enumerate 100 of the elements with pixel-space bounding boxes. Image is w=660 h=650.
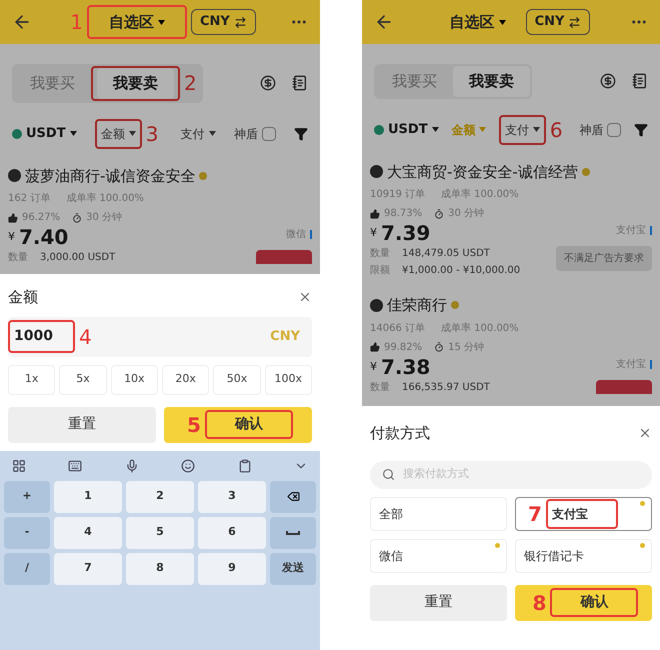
multiplier-button[interactable]: 100x (264, 364, 312, 394)
multiplier-button[interactable]: 20x (162, 364, 210, 394)
smiley-icon[interactable] (181, 458, 196, 472)
thumbs-up-icon (370, 342, 380, 352)
currency-sign: ¥ (370, 358, 377, 374)
filter-dropdown[interactable]: 支付 (180, 120, 216, 146)
caret-icon (479, 127, 486, 132)
keyboard-key[interactable]: / (4, 552, 50, 584)
payment-option[interactable]: 银行借记卡 (515, 538, 652, 572)
payment-option[interactable]: 微信 (370, 538, 507, 572)
merchant-name[interactable]: 大宝商贸-资金安全-诚信经营 (387, 160, 578, 183)
multiplier-button[interactable]: 50x (213, 364, 261, 394)
payment-option[interactable]: 7 支付宝 (515, 496, 652, 530)
completion-rate: 成单率 100.00% (441, 322, 519, 336)
space-key[interactable] (270, 516, 316, 548)
annotation-number: 8 (532, 592, 548, 612)
price: 7.38 (381, 354, 430, 380)
filter-icon[interactable] (634, 122, 648, 136)
multiplier-button[interactable]: 5x (59, 364, 107, 394)
search-input[interactable]: 搜索付款方式 (403, 466, 553, 483)
keyboard-key[interactable]: 3 (198, 480, 266, 512)
annotation-number: 5 (186, 414, 202, 434)
header-title[interactable]: 自选区 (108, 10, 154, 34)
keyboard-key[interactable]: 发送 (270, 552, 316, 584)
reset-button[interactable]: 重置 (8, 406, 156, 442)
rating: 98.73% (384, 207, 422, 221)
pay-time: 30 分钟 (86, 210, 122, 225)
coin-icon[interactable] (600, 73, 616, 90)
keyboard-key[interactable]: 2 (126, 480, 194, 512)
shield-checkbox[interactable] (607, 122, 622, 136)
search-field[interactable]: 搜索付款方式 (370, 460, 652, 488)
keyboard-key[interactable]: 6 (198, 516, 266, 548)
currency-button[interactable]: CNY (190, 9, 256, 35)
coin-icon[interactable] (260, 75, 276, 92)
currency-button[interactable]: CNY (526, 9, 590, 35)
amount-field[interactable]: 1000 4 CNY (8, 316, 312, 356)
keyboard-key[interactable]: 1 (54, 480, 122, 512)
shield-label: 神盾 (579, 122, 604, 138)
rating: 99.82% (384, 340, 422, 354)
clipboard-icon[interactable] (238, 458, 252, 472)
rating: 96.27% (22, 211, 60, 225)
reset-button[interactable]: 重置 (370, 584, 507, 620)
filter-dropdown[interactable]: 支付 (504, 116, 540, 142)
payment-method: 支付宝 (616, 224, 646, 238)
timer-icon (434, 208, 444, 218)
detail-label: 限额 (370, 264, 390, 278)
coin-dropdown[interactable]: USDT (374, 120, 439, 140)
multiplier-button[interactable]: 10x (110, 364, 158, 394)
sell-button[interactable] (596, 380, 652, 394)
detail-label: 数量 (8, 251, 28, 265)
detail-value: 148,479.05 USDT (402, 247, 490, 261)
multiplier-button[interactable]: 1x (8, 364, 56, 394)
order-count: 162 订单 (8, 192, 50, 206)
tab[interactable]: 我要卖 (453, 66, 530, 96)
swap-icon (568, 16, 582, 28)
avatar (370, 298, 383, 312)
orders-icon[interactable] (632, 73, 648, 90)
keyboard-key[interactable]: 9 (198, 552, 266, 584)
shield-checkbox[interactable] (262, 126, 276, 140)
pay-time: 15 分钟 (448, 340, 484, 354)
keyboard-key[interactable]: 8 (126, 552, 194, 584)
keyboard-key[interactable]: + (4, 480, 50, 512)
backspace-key[interactable] (270, 480, 316, 512)
tether-icon (374, 124, 384, 134)
header-title[interactable]: 自选区 (450, 10, 495, 34)
keyboard-icon[interactable] (68, 458, 82, 472)
timer-icon (72, 212, 82, 222)
shield-label: 神盾 (234, 126, 258, 142)
annotation-number: 4 (78, 326, 93, 346)
order-count: 10919 订单 (370, 188, 425, 202)
orders-icon[interactable] (292, 75, 308, 92)
confirm-button[interactable]: 8 确认 (515, 584, 652, 620)
sheet-title: 付款方式 (370, 423, 430, 444)
keyboard-key[interactable]: 5 (126, 516, 194, 548)
filter-icon[interactable] (294, 126, 308, 140)
merchant-name[interactable]: 佳荣商行 (387, 294, 447, 316)
pay-time: 30 分钟 (448, 206, 484, 221)
annotation-number: 6 (548, 120, 564, 140)
swap-icon (234, 16, 247, 28)
confirm-button[interactable]: 5 确认 (164, 406, 312, 442)
sheet-title: 金额 (8, 287, 38, 308)
caret-icon (432, 127, 439, 132)
detail-value: 3,000.00 USDT (40, 251, 116, 265)
grid-icon[interactable] (12, 458, 26, 472)
merchant-name[interactable]: 菠萝油商行-诚信资金安全 (25, 164, 196, 187)
tether-icon (12, 128, 22, 138)
coin-dropdown[interactable]: USDT (12, 124, 77, 144)
microphone-icon[interactable] (124, 458, 139, 472)
filter-dropdown[interactable]: 金额 (100, 120, 136, 146)
annotation-box: 确认 (550, 588, 638, 617)
tab[interactable]: 我要卖 (97, 68, 174, 98)
keyboard-key[interactable]: 4 (54, 516, 122, 548)
verified-icon (582, 168, 590, 176)
verified-icon (199, 172, 208, 180)
annotation-box: 支付宝 (546, 498, 618, 528)
keyboard-key[interactable]: 7 (54, 552, 122, 584)
keyboard-key[interactable]: - (4, 516, 50, 548)
annotation-box: 1000 (8, 320, 75, 353)
payment-option[interactable]: 全部 (370, 496, 507, 530)
caret-icon (70, 131, 77, 136)
